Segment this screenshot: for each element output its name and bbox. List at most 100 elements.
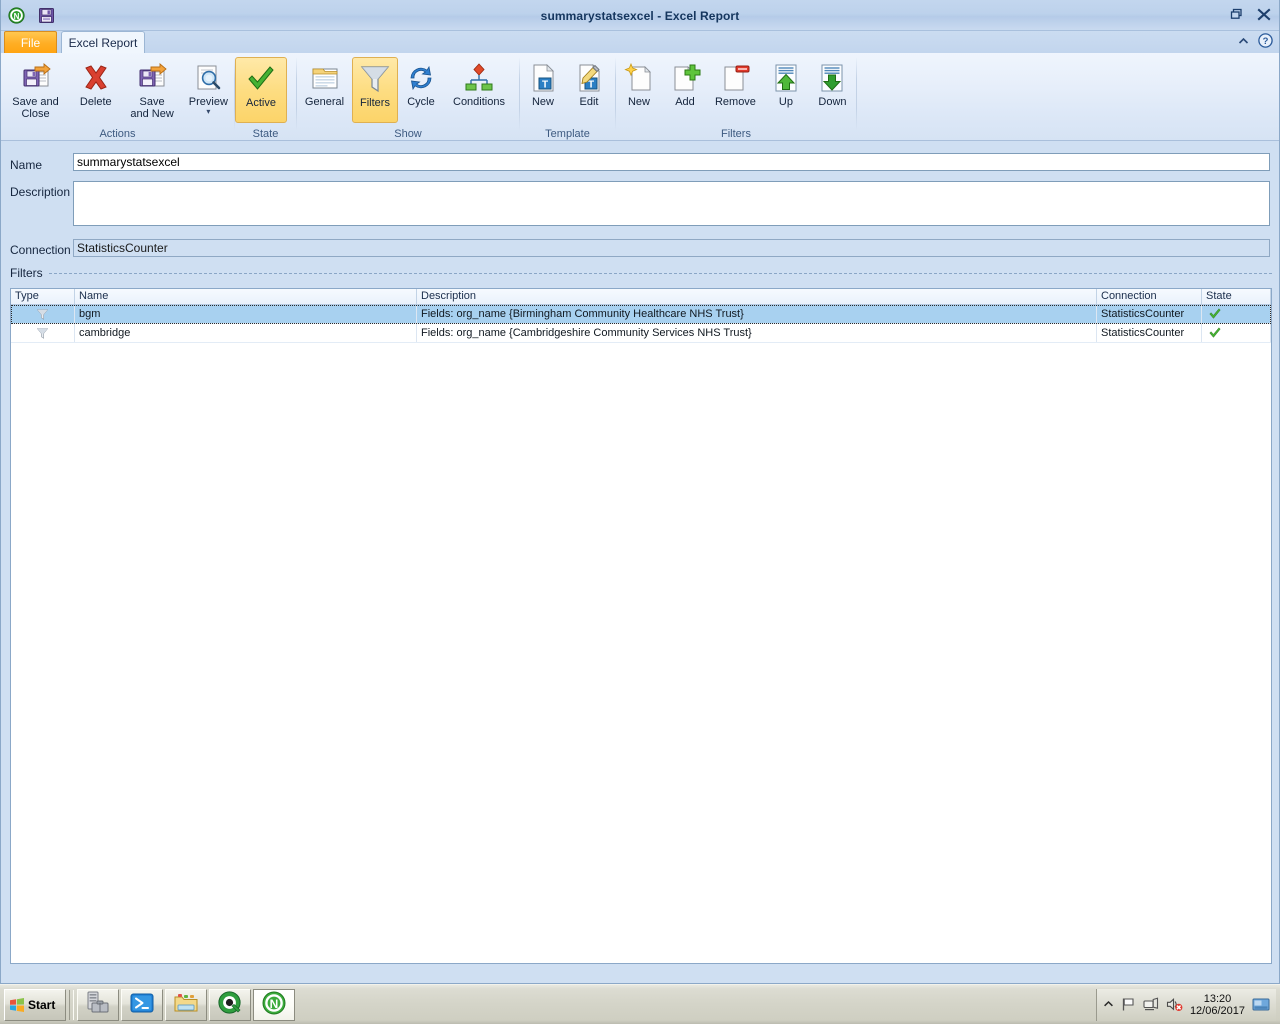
save-and-close-button-label: Save and Close — [12, 96, 59, 120]
preview-button[interactable]: Preview ▾ — [183, 56, 234, 116]
save-and-close-button[interactable]: Save and Close — [1, 56, 70, 121]
title-bar: N summarystatsexcel - Excel Report — [1, 0, 1279, 31]
filter-down-button-label: Down — [818, 96, 847, 108]
save-and-new-button[interactable]: Save and New — [121, 56, 182, 121]
connection-field[interactable] — [73, 239, 1270, 257]
ribbon-group-show-buttons: General Filters Cycle Conditions — [297, 53, 519, 127]
filters-button[interactable]: Filters — [352, 57, 398, 123]
taskbar-item-server-manager[interactable] — [77, 988, 119, 1021]
ribbon-group-template-label: Template — [545, 128, 590, 140]
show-desktop-button[interactable] — [1252, 998, 1270, 1012]
preview-button-dropdown-arrow[interactable]: ▾ — [206, 108, 210, 116]
active-toggle-button-label: Active — [246, 97, 276, 109]
column-name-header[interactable]: Name — [75, 289, 417, 304]
help-button[interactable]: ? — [1258, 33, 1273, 51]
taskbar-item-qlikview[interactable] — [209, 988, 251, 1021]
svg-text:T: T — [542, 80, 548, 91]
taskbar-separator — [69, 989, 74, 1020]
ribbon-groups: Save and Close Delete Save and New Preview ▾… — [1, 53, 857, 141]
filters-grid[interactable]: Type Name Description Connection State bgm Fi… — [10, 288, 1272, 964]
cell-filter-name: bgm — [75, 305, 417, 323]
remove-file-icon — [719, 60, 751, 94]
tab-excel-report[interactable]: Excel Report — [61, 31, 145, 53]
delete-button-label: Delete — [79, 96, 112, 108]
volume-muted-icon[interactable] — [1166, 997, 1183, 1012]
tab-file[interactable]: File — [4, 31, 57, 53]
move-down-icon — [816, 60, 848, 94]
start-button[interactable]: Start — [4, 988, 66, 1021]
cycle-icon — [405, 60, 437, 94]
conditions-button[interactable]: Conditions — [444, 56, 514, 109]
filter-add-button[interactable]: Add — [662, 56, 708, 109]
filter-add-button-label: Add — [675, 96, 695, 108]
delete-icon — [80, 60, 112, 94]
cell-filter-state — [1202, 305, 1271, 323]
delete-button[interactable]: Delete — [70, 56, 121, 109]
system-tray: 13:20 12/06/2017 — [1095, 988, 1276, 1021]
column-connection-header[interactable]: Connection — [1097, 289, 1202, 304]
restore-window-button[interactable] — [1225, 4, 1247, 24]
template-edit-button[interactable]: T Edit — [566, 56, 612, 109]
filters-grid-body[interactable]: bgm Fields: org_name {Birmingham Communit… — [11, 305, 1271, 343]
description-textarea[interactable] — [73, 181, 1270, 226]
action-center-flag-icon[interactable] — [1121, 997, 1136, 1012]
filter-up-button[interactable]: Up — [763, 56, 809, 109]
ribbon-group-show: General Filters Cycle Conditions Show — [297, 53, 519, 141]
qlik-icon — [217, 990, 243, 1019]
template-new-button[interactable]: T New — [520, 56, 566, 109]
network-icon[interactable] — [1143, 997, 1159, 1012]
nprinting-icon: N — [261, 990, 287, 1019]
active-toggle-button[interactable]: Active — [235, 57, 287, 123]
taskbar-item-explorer[interactable] — [165, 988, 207, 1021]
filter-remove-button[interactable]: Remove — [708, 56, 763, 109]
ribbon-group-filters-label: Filters — [721, 128, 751, 140]
ribbon-group-separator — [856, 57, 857, 131]
table-row[interactable]: bgm Fields: org_name {Birmingham Communit… — [11, 305, 1271, 324]
new-file-icon — [623, 60, 655, 94]
window-controls — [1225, 4, 1275, 24]
window-title: summarystatsexcel - Excel Report — [540, 8, 740, 23]
show-hidden-icons-button[interactable] — [1103, 999, 1114, 1010]
conditions-icon — [463, 60, 495, 94]
filter-down-button[interactable]: Down — [809, 56, 856, 109]
cycle-button[interactable]: Cycle — [398, 56, 444, 109]
svg-text:T: T — [588, 80, 594, 91]
taskbar-items: N — [77, 988, 297, 1021]
save-and-new-icon — [136, 60, 168, 94]
funnel-icon — [11, 305, 75, 323]
svg-text:N: N — [270, 997, 279, 1011]
column-state-header[interactable]: State — [1202, 289, 1271, 304]
ribbon-tab-strip: File Excel Report ? — [1, 31, 1279, 53]
conditions-button-label: Conditions — [453, 96, 505, 108]
filters-grid-header: Type Name Description Connection State — [11, 289, 1271, 305]
ribbon-group-actions: Save and Close Delete Save and New Preview ▾… — [1, 53, 234, 141]
name-label: Name — [10, 158, 43, 172]
add-file-icon — [669, 60, 701, 94]
taskbar-item-nprinting[interactable]: N — [253, 988, 295, 1021]
filter-new-button[interactable]: New — [616, 56, 662, 109]
taskbar-item-powershell[interactable] — [121, 988, 163, 1021]
filter-new-button-label: New — [627, 96, 650, 108]
column-description-header[interactable]: Description — [417, 289, 1097, 304]
taskbar-clock[interactable]: 13:20 12/06/2017 — [1190, 993, 1245, 1017]
report-properties-form: Name Description Connection Filters — [1, 142, 1279, 288]
description-label: Description — [10, 185, 71, 199]
cell-filter-description: Fields: org_name {Birmingham Community H… — [417, 305, 1097, 323]
save-and-close-icon — [20, 60, 52, 94]
minimize-ribbon-button[interactable] — [1238, 35, 1249, 49]
check-icon — [245, 61, 277, 95]
ribbon-group-template: T New T Edit Template — [520, 53, 615, 141]
column-type-header[interactable]: Type — [11, 289, 75, 304]
move-up-icon — [770, 60, 802, 94]
table-row[interactable]: cambridge Fields: org_name {Cambridgeshir… — [11, 324, 1271, 343]
save-and-new-button-label: Save and New — [130, 96, 174, 120]
general-button[interactable]: General — [297, 56, 352, 109]
close-window-button[interactable] — [1253, 4, 1275, 24]
cell-filter-connection: StatisticsCounter — [1097, 324, 1202, 342]
cycle-button-label: Cycle — [407, 96, 435, 108]
clock-date: 12/06/2017 — [1189, 1004, 1245, 1017]
funnel-icon — [11, 324, 75, 342]
general-icon — [309, 60, 341, 94]
name-input[interactable] — [73, 153, 1270, 171]
filter-remove-button-label: Remove — [714, 96, 756, 108]
